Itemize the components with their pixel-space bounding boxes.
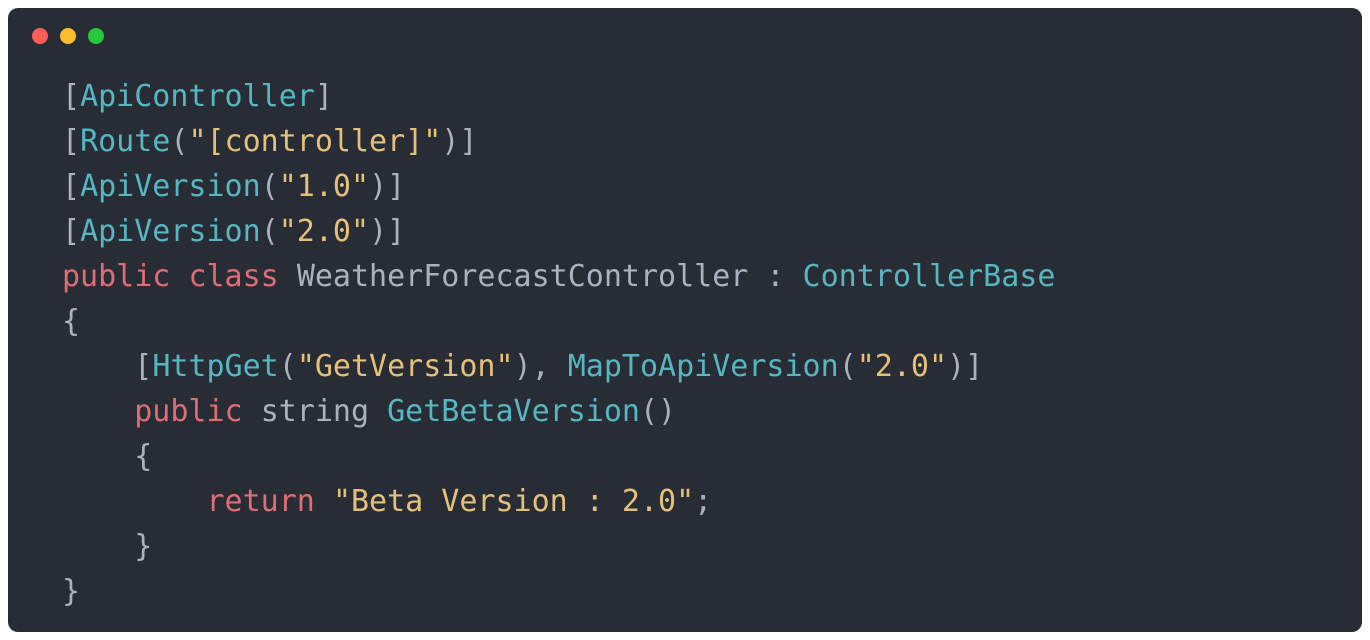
- bracket: [: [62, 124, 80, 159]
- code-line: public class WeatherForecastController :…: [62, 259, 1055, 294]
- bracket: ]: [965, 349, 983, 384]
- keyword: public: [62, 259, 170, 294]
- paren: ): [369, 214, 387, 249]
- code-line: {: [62, 304, 80, 339]
- attribute: MapToApiVersion: [568, 349, 839, 384]
- bracket: [: [62, 169, 80, 204]
- brace: }: [62, 574, 80, 609]
- string-literal: "1.0": [279, 169, 369, 204]
- keyword: class: [188, 259, 278, 294]
- code-line: {: [62, 439, 152, 474]
- paren: (: [170, 124, 188, 159]
- brace: {: [134, 439, 152, 474]
- comma: ,: [532, 349, 568, 384]
- code-line: return "Beta Version : 2.0";: [62, 484, 712, 519]
- base-class: ControllerBase: [803, 259, 1056, 294]
- class-name: WeatherForecastController: [297, 259, 749, 294]
- code-line: }: [62, 574, 80, 609]
- colon: :: [748, 259, 802, 294]
- attribute: HttpGet: [152, 349, 278, 384]
- bracket: [: [134, 349, 152, 384]
- brace: {: [62, 304, 80, 339]
- code-line: public string GetBetaVersion(): [62, 394, 676, 429]
- string-literal: "[controller]": [188, 124, 441, 159]
- code-line: [ApiController]: [62, 79, 333, 114]
- paren: (: [261, 214, 279, 249]
- code-line: }: [62, 529, 152, 564]
- paren: (: [261, 169, 279, 204]
- bracket: ]: [387, 169, 405, 204]
- parens: (): [640, 394, 676, 429]
- attribute: ApiVersion: [80, 214, 261, 249]
- code-line: [ApiVersion("1.0")]: [62, 169, 405, 204]
- code-line: [HttpGet("GetVersion"), MapToApiVersion(…: [62, 349, 983, 384]
- attribute: ApiController: [80, 79, 315, 114]
- paren: (: [839, 349, 857, 384]
- brace: }: [134, 529, 152, 564]
- string-literal: "Beta Version : 2.0": [333, 484, 694, 519]
- semicolon: ;: [694, 484, 712, 519]
- minimize-icon[interactable]: [60, 28, 76, 44]
- paren: ): [947, 349, 965, 384]
- attribute: ApiVersion: [80, 169, 261, 204]
- keyword: return: [207, 484, 315, 519]
- window-title-bar: [8, 28, 1362, 64]
- code-window: [ApiController] [Route("[controller]")] …: [8, 8, 1362, 632]
- string-literal: "2.0": [279, 214, 369, 249]
- paren: (: [279, 349, 297, 384]
- bracket: ]: [315, 79, 333, 114]
- paren: ): [514, 349, 532, 384]
- string-literal: "2.0": [857, 349, 947, 384]
- string-literal: "GetVersion": [297, 349, 514, 384]
- paren: ): [441, 124, 459, 159]
- bracket: [: [62, 214, 80, 249]
- bracket: ]: [459, 124, 477, 159]
- method-name: GetBetaVersion: [387, 394, 640, 429]
- paren: ): [369, 169, 387, 204]
- bracket: [: [62, 79, 80, 114]
- code-line: [Route("[controller]")]: [62, 124, 477, 159]
- close-icon[interactable]: [32, 28, 48, 44]
- maximize-icon[interactable]: [88, 28, 104, 44]
- code-line: [ApiVersion("2.0")]: [62, 214, 405, 249]
- type: string: [261, 394, 369, 429]
- attribute: Route: [80, 124, 170, 159]
- code-editor[interactable]: [ApiController] [Route("[controller]")] …: [8, 64, 1362, 614]
- bracket: ]: [387, 214, 405, 249]
- keyword: public: [134, 394, 242, 429]
